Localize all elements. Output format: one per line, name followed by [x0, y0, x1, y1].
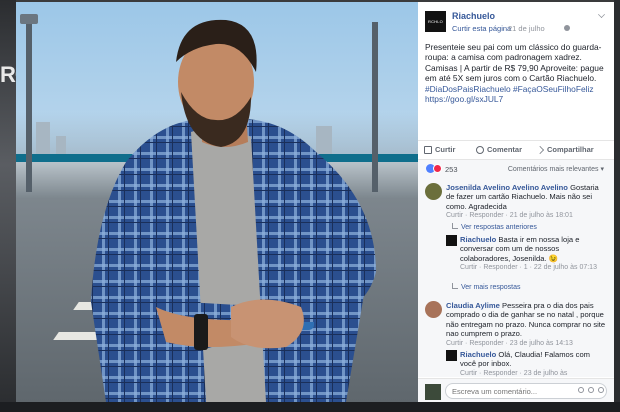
comment-sort-label: Comentários mais relevantes [507, 166, 599, 173]
post-sidebar: RCHLO Riachuelo Curtir esta página · 21 … [418, 2, 614, 402]
share-label: Compartilhar [547, 145, 594, 154]
sticker-icon[interactable] [598, 387, 604, 393]
reactions-bar: 253 Comentários mais relevantes ▾ [418, 159, 614, 177]
share-button[interactable]: Compartilhar [536, 145, 594, 154]
post-link[interactable]: https://goo.gl/sxJUL7 [425, 94, 607, 104]
model-in-plaid-shirt [91, 19, 376, 402]
view-previous-replies-label: Ver respostas anteriores [461, 224, 537, 231]
comment-actions[interactable]: Curtir · Responder · 23 de julho às [460, 369, 606, 378]
gif-icon[interactable] [588, 387, 594, 393]
comment-actions[interactable]: Curtir · Responder · 21 de julho às 18:0… [446, 211, 606, 220]
reply-arrow-icon [452, 223, 458, 229]
comment-item: Claudia Aylime Pesseira pra o dia dos pa… [446, 301, 606, 348]
avatar [425, 384, 441, 400]
share-arrow-icon [536, 145, 544, 154]
composer-icons [578, 387, 604, 393]
comment-author[interactable]: Riachuelo [460, 350, 496, 359]
thumbs-up-icon [424, 145, 432, 154]
view-more-replies-label: Ver mais respostas [461, 284, 521, 291]
avatar[interactable] [446, 235, 457, 246]
backdrop-right [614, 0, 620, 412]
post-actions: Curtir Comentar Compartilhar [418, 140, 614, 158]
view-more-replies-link[interactable]: Ver mais respostas [452, 283, 521, 292]
reply-arrow-icon [452, 283, 458, 289]
like-button[interactable]: Curtir [424, 145, 455, 154]
facebook-theater-view: RO [0, 0, 620, 412]
comment-icon [476, 145, 484, 154]
page-logo[interactable]: RCHLO [425, 11, 446, 32]
reply-item: Riachuelo Olá, Claudia! Falamos com você… [460, 350, 606, 378]
post-hashtags[interactable]: #DiaDosPaisRiachuelo #FaçaOSeuFilhoFeliz [425, 84, 607, 94]
backdrop-bottom [0, 402, 620, 412]
comment-actions[interactable]: Curtir · Responder · 1 · 22 de julho às … [460, 263, 606, 272]
comment-item: Josenilda Avelino Avelino Avelino Gostar… [446, 183, 606, 221]
comment-sort-dropdown[interactable]: Comentários mais relevantes ▾ [508, 165, 604, 173]
post-photo[interactable] [16, 2, 418, 402]
post-body: Presenteie seu pai com um clássico do gu… [418, 38, 614, 138]
like-label: Curtir [435, 145, 456, 154]
reply-item: Riachuelo Basta ir em nossa loja e conve… [460, 235, 606, 273]
globe-icon [564, 25, 570, 31]
post-header: RCHLO Riachuelo Curtir esta página · 21 … [418, 2, 614, 38]
page-name-link[interactable]: Riachuelo [452, 11, 495, 21]
view-previous-replies-link[interactable]: Ver respostas anteriores [452, 223, 537, 232]
avatar[interactable] [425, 183, 442, 200]
post-date[interactable]: 21 de julho [508, 24, 545, 33]
camera-icon[interactable] [578, 387, 584, 393]
chevron-down-icon[interactable] [598, 11, 605, 18]
comment-author[interactable]: Riachuelo [460, 235, 496, 244]
comment-actions[interactable]: Curtir · Responder · 23 de julho às 14:1… [446, 339, 606, 348]
avatar[interactable] [425, 301, 442, 318]
love-reaction-icon [433, 164, 442, 173]
comment-button[interactable]: Comentar [476, 145, 522, 154]
post-text: Presenteie seu pai com um clássico do gu… [425, 42, 604, 84]
avatar[interactable] [446, 350, 457, 361]
separator-dot: · [502, 24, 505, 33]
comment-label: Comentar [487, 145, 523, 154]
reaction-count[interactable]: 253 [445, 165, 458, 174]
comments-list: Josenilda Avelino Avelino Avelino Gostar… [418, 177, 614, 377]
comment-author[interactable]: Claudia Aylime [446, 301, 500, 310]
comment-composer [418, 378, 614, 402]
comment-author[interactable]: Josenilda Avelino Avelino Avelino [446, 183, 568, 192]
